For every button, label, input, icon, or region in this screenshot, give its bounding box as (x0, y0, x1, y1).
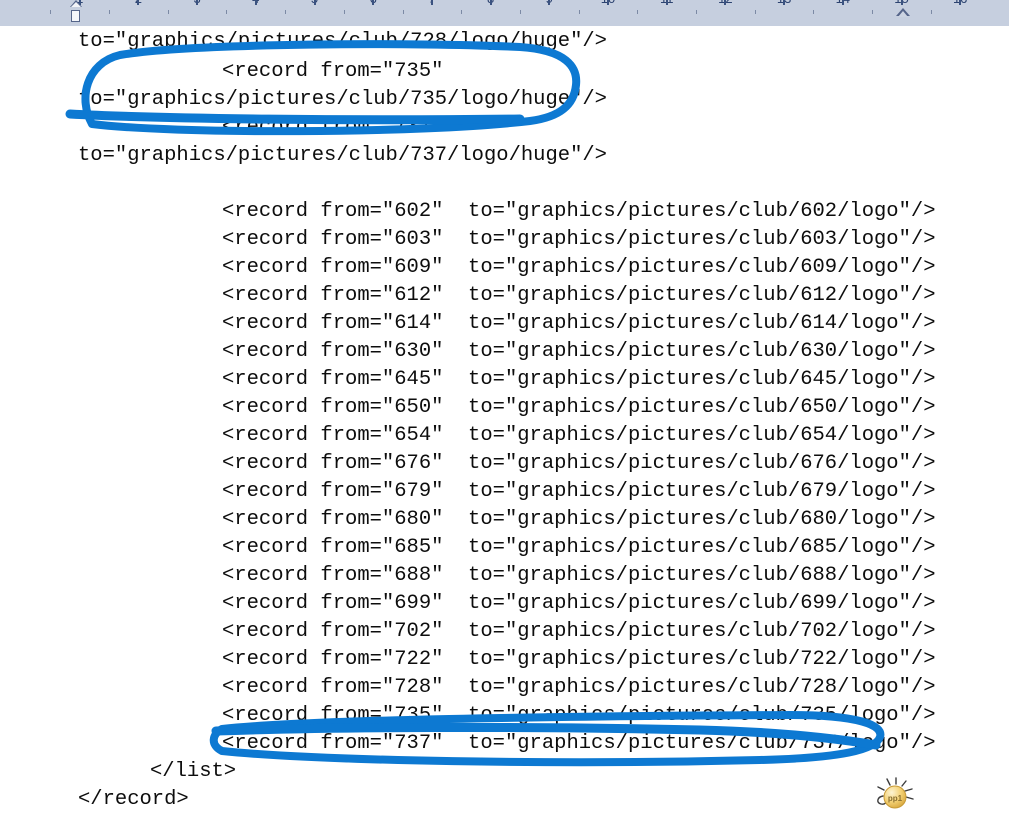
left-indent-marker[interactable] (70, 0, 82, 24)
document-text-line[interactable]: <record from=″654″ to=″graphics/pictures… (222, 422, 936, 450)
ruler-major-tick (841, 0, 844, 5)
sticker-ray-3 (901, 780, 907, 787)
document-text-line[interactable]: <record from=″722″ to=″graphics/pictures… (222, 646, 936, 674)
ruler-major-tick (137, 0, 140, 5)
document-text-line[interactable]: <record from=″603″ to=″graphics/pictures… (222, 226, 936, 254)
ruler-major-tick (783, 0, 786, 5)
ruler-minor-tick (872, 10, 873, 14)
ruler-minor-tick (579, 10, 580, 14)
document-text-line[interactable]: <record from=″630″ to=″graphics/pictures… (222, 338, 936, 366)
sticker-ray-5 (905, 796, 914, 800)
ruler-major-tick (724, 0, 727, 5)
ruler-major-tick (372, 0, 375, 5)
ruler-minor-tick (344, 10, 345, 14)
ruler-minor-tick (109, 10, 110, 14)
ruler-major-tick (430, 0, 433, 5)
document-text-line[interactable]: <record from=″650″ to=″graphics/pictures… (222, 394, 936, 422)
ruler-minor-tick (461, 10, 462, 14)
ruler-major-tick (607, 0, 609, 5)
shining-ball-icon[interactable]: pp1 (872, 776, 918, 816)
ruler-minor-tick (168, 10, 169, 14)
ruler-minor-tick (285, 10, 286, 14)
sticker-ray-4 (904, 788, 913, 792)
document-text-line[interactable]: <record from=″688″ to=″graphics/pictures… (222, 562, 936, 590)
document-text-line[interactable]: <record from=″612″ to=″graphics/pictures… (222, 282, 936, 310)
ruler-minor-tick (403, 10, 404, 14)
sticker-label: pp1 (888, 794, 903, 803)
document-text-line[interactable]: <record from=″602″ to=″graphics/pictures… (222, 198, 936, 226)
ruler-minor-tick (637, 10, 638, 14)
ruler-minor-tick (226, 10, 227, 14)
ruler-minor-tick (755, 10, 756, 14)
sticker-ray-6 (877, 786, 885, 791)
ruler-major-tick (489, 0, 492, 5)
first-line-indent-triangle-inner (71, 2, 81, 7)
document-text-line[interactable]: <record from=″735″ (222, 58, 443, 86)
ruler-major-tick (665, 0, 668, 5)
document-text-line[interactable]: <record from=″737″ to=″graphics/pictures… (222, 730, 936, 758)
document-text-line[interactable]: <record from=″699″ to=″graphics/pictures… (222, 590, 936, 618)
document-text-line[interactable]: </list> (150, 758, 236, 786)
ruler-major-tick (313, 0, 316, 5)
document-text-line[interactable]: <record from=″702″ to=″graphics/pictures… (222, 618, 936, 646)
ruler-minor-tick (50, 10, 51, 14)
document-text-line[interactable]: to=″graphics/pictures/club/737/logo/huge… (78, 142, 607, 170)
document-text-line[interactable]: <record from=″737″ (222, 114, 443, 142)
ruler-major-tick (254, 0, 257, 5)
document-text-line[interactable]: to=″graphics/pictures/club/728/logo/huge… (78, 28, 607, 56)
ruler-number-strip: 12345678910111213141516 (0, 0, 1009, 14)
ruler-major-tick (196, 0, 199, 5)
right-indent-marker-inner (898, 11, 908, 17)
ruler-minor-tick (813, 10, 814, 14)
ruler-major-tick (548, 0, 551, 5)
document-text-line[interactable]: <record from=″735″ to=″graphics/pictures… (222, 702, 936, 730)
ruler-minor-tick (520, 10, 521, 14)
ruler-major-tick (959, 0, 962, 5)
ruler-minor-tick (696, 10, 697, 14)
ruler-minor-tick (931, 10, 932, 14)
document-text-line[interactable]: <record from=″676″ to=″graphics/pictures… (222, 450, 936, 478)
ruler-major-tick (900, 0, 903, 5)
horizontal-ruler[interactable]: 12345678910111213141516 (0, 0, 1009, 27)
document-text-line[interactable]: <record from=″645″ to=″graphics/pictures… (222, 366, 936, 394)
document-text-line[interactable]: to=″graphics/pictures/club/735/logo/huge… (78, 86, 607, 114)
document-text-line[interactable]: <record from=″680″ to=″graphics/pictures… (222, 506, 936, 534)
document-text-line[interactable]: <record from=″685″ to=″graphics/pictures… (222, 534, 936, 562)
left-indent-box (71, 10, 80, 22)
document-text-line[interactable]: </record> (78, 786, 189, 814)
document-text-line[interactable]: <record from=″679″ to=″graphics/pictures… (222, 478, 936, 506)
document-text-line[interactable]: <record from=″614″ to=″graphics/pictures… (222, 310, 936, 338)
document-text-line[interactable]: <record from=″728″ to=″graphics/pictures… (222, 674, 936, 702)
sticker-ray-1 (886, 778, 891, 786)
document-text-line[interactable]: <record from=″609″ to=″graphics/pictures… (222, 254, 936, 282)
document-page[interactable]: to=″graphics/pictures/club/728/logo/huge… (0, 26, 1009, 811)
